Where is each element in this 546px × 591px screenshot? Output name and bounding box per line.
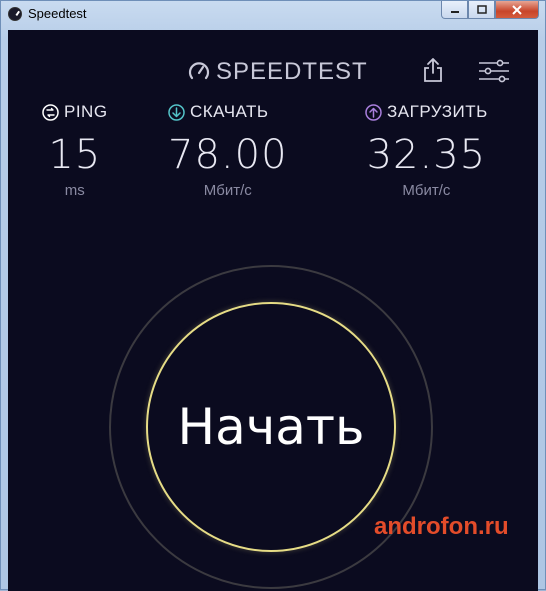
- ping-label: PING: [64, 102, 108, 121]
- upload-value: 32.35: [366, 132, 487, 178]
- ping-unit: ms: [64, 182, 85, 199]
- close-icon: [512, 4, 522, 15]
- upload-label: ЗАГРУЗИТЬ: [387, 102, 488, 121]
- gauge-icon: [188, 62, 210, 80]
- speedtest-app-icon: [8, 7, 22, 21]
- ping-icon: [42, 103, 59, 121]
- download-value: 78.00: [168, 132, 288, 178]
- ping-value: 15: [48, 132, 102, 178]
- window-title: Speedtest: [28, 6, 87, 21]
- watermark: androfon.ru: [374, 513, 509, 540]
- upload-arrow-icon: [365, 103, 382, 121]
- minimize-button[interactable]: [441, 1, 468, 19]
- upload-header: ЗАГРУЗИТЬ: [365, 102, 488, 122]
- close-button[interactable]: [495, 1, 539, 19]
- window-controls: [441, 1, 539, 20]
- logo-text: SPEEDTEST: [216, 58, 368, 85]
- download-arrow-icon: [168, 103, 185, 121]
- download-metric: СКАЧАТЬ 78.00 Мбит/с: [168, 102, 288, 199]
- ping-header: PING: [42, 102, 108, 122]
- start-button-label: Начать: [177, 398, 365, 456]
- maximize-button[interactable]: [468, 1, 495, 19]
- ping-metric: PING 15 ms: [42, 102, 108, 199]
- upload-metric: ЗАГРУЗИТЬ 32.35 Мбит/с: [365, 102, 488, 199]
- maximize-icon: [476, 5, 487, 14]
- upload-unit: Мбит/с: [402, 182, 451, 199]
- start-button[interactable]: Начать: [146, 302, 396, 552]
- download-unit: Мбит/с: [203, 182, 252, 199]
- share-icon[interactable]: [422, 57, 444, 83]
- download-label: СКАЧАТЬ: [190, 102, 269, 121]
- minimize-icon: [450, 10, 459, 13]
- speedtest-panel: SPEEDTEST PING 15 ms СКАЧАТЬ 78.00 Мбит/…: [8, 30, 538, 591]
- download-header: СКАЧАТЬ: [168, 102, 288, 122]
- app-window: Speedtest SPEEDTEST PING 15 ms СКАЧАТЬ 7…: [0, 0, 546, 591]
- title-bar[interactable]: Speedtest: [1, 1, 545, 27]
- speedtest-logo: SPEEDTEST: [188, 58, 368, 86]
- settings-sliders-icon[interactable]: [478, 59, 510, 83]
